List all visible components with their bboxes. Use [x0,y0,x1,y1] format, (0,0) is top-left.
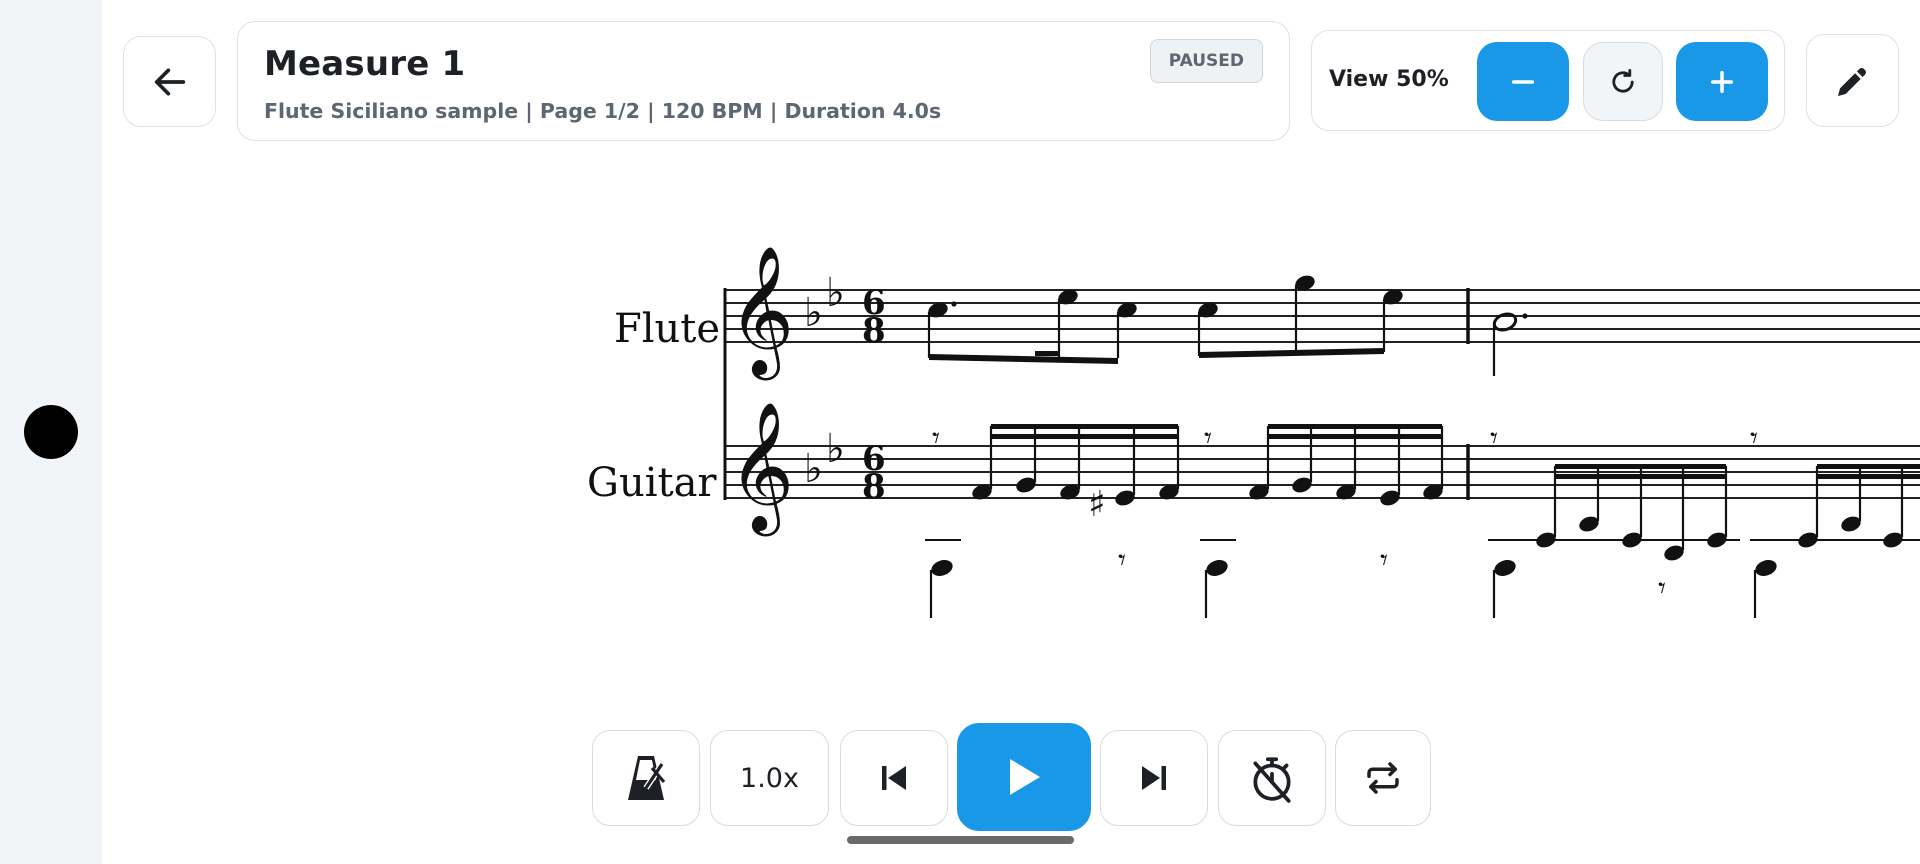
svg-text:♭: ♭ [804,290,823,336]
pencil-icon [1837,67,1866,96]
page-title: Measure 1 [264,44,466,84]
metronome-off-icon [628,756,666,800]
skip-previous-icon [882,766,906,790]
svg-text:𝄾: 𝄾 [932,421,940,456]
zoom-reset-button[interactable] [1583,42,1663,121]
score-view[interactable]: Flute Guitar 𝄞 𝄞 ♭ ♭ ♭ ♭ 6 8 6 8 𝄾 𝄾 𝄾 𝄾… [580,230,1920,650]
plus-icon [1710,70,1734,93]
previous-button[interactable] [840,730,948,826]
timer-button[interactable] [1218,730,1326,826]
home-indicator[interactable] [847,836,1074,844]
zoom-label: View 50% [1329,67,1449,92]
score-details: Flute Siciliano sample | Page 1/2 | 120 … [264,99,942,123]
timer-off-icon [1253,757,1291,803]
zoom-controls: View 50% [1311,30,1785,131]
svg-text:♭: ♭ [826,426,845,472]
loop-button[interactable] [1335,730,1431,826]
svg-text:𝄾: 𝄾 [1658,571,1666,606]
svg-text:♭: ♭ [826,270,845,316]
svg-text:8: 8 [862,311,886,351]
sheet-music: 𝄞 𝄞 ♭ ♭ ♭ ♭ 68 68 𝄾 𝄾 𝄾 𝄾 𝄾 𝄾 𝄾 ♯ [723,245,1920,618]
left-rail [0,0,102,864]
edit-button[interactable] [1806,34,1899,127]
speed-value: 1.0x [740,762,799,794]
metronome-button[interactable] [592,730,700,826]
zoom-out-button[interactable] [1477,42,1569,121]
svg-text:𝄾: 𝄾 [1118,543,1126,578]
status-badge: PAUSED [1149,39,1263,83]
speed-button[interactable]: 1.0x [710,730,829,826]
play-icon [1010,759,1040,795]
svg-text:♭: ♭ [804,446,823,492]
svg-text:𝄾: 𝄾 [1490,421,1498,456]
repeat-icon [1367,762,1399,794]
svg-text:𝄞: 𝄞 [728,245,794,381]
skip-next-icon [1142,766,1166,790]
svg-text:𝄾: 𝄾 [1380,543,1388,578]
svg-text:♯: ♯ [1088,484,1105,525]
zoom-in-button[interactable] [1676,42,1768,121]
rail-indicator-dot[interactable] [24,405,78,459]
svg-text:𝄞: 𝄞 [728,401,794,537]
svg-text:𝄾: 𝄾 [1750,421,1758,456]
svg-text:8: 8 [862,467,886,507]
rotate-icon [1612,68,1634,93]
next-button[interactable] [1100,730,1208,826]
play-button[interactable] [957,723,1091,831]
arrow-left-icon [154,68,185,95]
minus-icon [1511,79,1535,84]
back-button[interactable] [123,36,216,127]
svg-text:𝄾: 𝄾 [1204,421,1212,456]
measure-info-card: Measure 1 Flute Siciliano sample | Page … [237,21,1290,141]
